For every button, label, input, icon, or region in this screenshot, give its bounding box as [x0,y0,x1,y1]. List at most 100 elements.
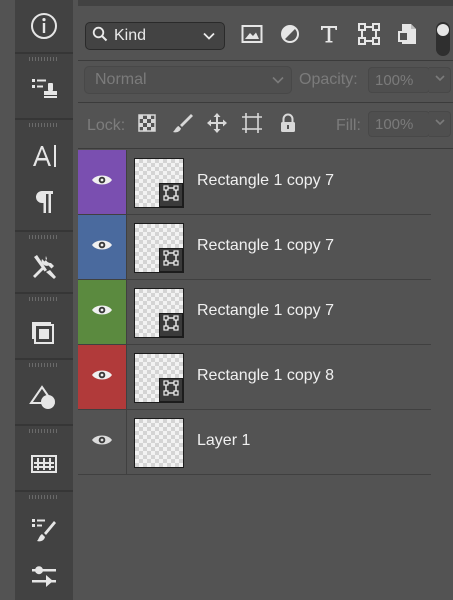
tool-presets-button[interactable] [15,244,73,288]
type-filter-button[interactable] [317,24,341,48]
layer-name[interactable]: Rectangle 1 copy 8 [197,367,334,385]
adjustments-button[interactable] [15,554,73,598]
eye-icon [91,303,113,322]
adjustment-filter-button[interactable] [278,24,302,48]
layer-row[interactable]: Rectangle 1 copy 7 [78,280,431,345]
blend-mode-value: Normal [95,71,147,88]
shape-layer-badge [159,183,183,207]
divider [126,410,127,474]
layer-name[interactable]: Rectangle 1 copy 7 [197,237,334,255]
lock-position-button[interactable] [205,112,229,139]
opacity-slider-button[interactable] [429,67,451,93]
filter-kind-dropdown[interactable]: Kind [85,22,225,50]
shape-layer-icon [163,184,179,206]
shape-filter-icon [358,22,380,50]
toolbar-grip[interactable] [15,234,73,241]
toolbar-separator [15,292,73,294]
lock-image-pixels-button[interactable] [171,113,195,137]
eye-icon [91,238,113,257]
move-arrows-icon [206,112,228,139]
toolbar-grip[interactable] [15,122,73,129]
toolbar-grip[interactable] [15,362,73,369]
libraries-icon [29,317,59,347]
lock-all-button[interactable] [276,113,300,137]
layer-filter-bar: Kind [78,16,453,56]
divider [126,215,127,279]
image-filter-icon [241,24,263,49]
fill-input[interactable]: 100% [368,111,430,137]
blend-mode-bar: Normal Opacity: 100% [78,64,453,98]
chevron-down-icon [434,71,446,89]
layer-row[interactable]: Layer 1 [78,410,431,475]
opacity-input[interactable]: 100% [368,67,430,93]
libraries-button[interactable] [15,310,73,354]
lock-bar: Lock: Fill: 100% [78,108,453,142]
paragraph-button[interactable] [15,180,73,224]
search-icon [92,26,108,47]
smart-object-filter-icon [398,23,418,50]
fill-label: Fill: [336,117,361,134]
chevron-down-icon [202,29,216,48]
filter-toggle-switch[interactable] [436,22,450,56]
toolbar-grip[interactable] [15,296,73,303]
lock-artboard-button[interactable] [240,112,264,137]
layer-row[interactable]: Rectangle 1 copy 7 [78,150,431,215]
fill-slider-button[interactable] [429,111,451,137]
layer-visibility-toggle[interactable] [78,345,126,409]
filter-kind-label: Kind [114,27,147,44]
toolbar-grip[interactable] [15,56,73,63]
image-filter-button[interactable] [240,24,264,48]
blend-mode-dropdown[interactable]: Normal [84,66,292,94]
layer-name[interactable]: Rectangle 1 copy 7 [197,172,334,190]
shapes-button[interactable] [15,376,73,420]
chevron-down-icon [271,73,285,92]
photoshop-layers-panel-window: Kind Normal Opacity: 100% Lock: Fill: 10… [0,0,453,600]
toolbar-separator [15,230,73,232]
type-filter-icon [319,24,339,49]
adjustment-filter-icon [280,24,300,49]
brush-settings-button[interactable] [15,508,73,552]
layer-visibility-toggle[interactable] [78,410,126,474]
layer-name[interactable]: Layer 1 [197,432,250,450]
shape-filter-button[interactable] [357,22,381,50]
eye-icon [91,368,113,387]
info-icon [29,11,59,41]
toolbar-separator [15,424,73,426]
character-icon [29,141,59,171]
checkerboard-icon [138,113,156,137]
clone-source-button[interactable] [15,66,73,110]
layers-scroll-area[interactable] [431,150,453,600]
brush-icon [172,112,194,139]
divider [126,280,127,344]
divider [78,102,453,103]
clone-stamp-list-icon [29,73,59,103]
layer-row[interactable]: Rectangle 1 copy 7 [78,215,431,280]
layer-visibility-toggle[interactable] [78,150,126,214]
info-button[interactable] [15,4,73,48]
toggle-knob [437,24,449,36]
shape-layer-icon [163,249,179,271]
shape-layer-badge [159,313,183,337]
opacity-label: Opacity: [299,71,358,88]
eye-icon [91,173,113,192]
adjustments-sliders-icon [29,561,59,591]
layer-visibility-toggle[interactable] [78,215,126,279]
toolbar-grip[interactable] [15,428,73,435]
divider [126,345,127,409]
toolbar-grip[interactable] [15,494,73,501]
shape-layer-badge [159,378,183,402]
smart-object-filter-button[interactable] [396,23,420,50]
layer-name[interactable]: Rectangle 1 copy 7 [197,302,334,320]
divider [126,150,127,214]
shape-layer-icon [163,314,179,336]
character-button[interactable] [15,134,73,178]
glyphs-button[interactable] [15,442,73,486]
eye-icon [91,433,113,452]
layer-thumbnail[interactable] [134,418,184,468]
layer-visibility-toggle[interactable] [78,280,126,344]
layer-row[interactable]: Rectangle 1 copy 8 [78,345,431,410]
shape-layer-icon [163,379,179,401]
glyphs-icon [29,449,59,479]
panel-dock-toolbar [0,0,78,600]
lock-transparent-pixels-button[interactable] [135,113,159,137]
